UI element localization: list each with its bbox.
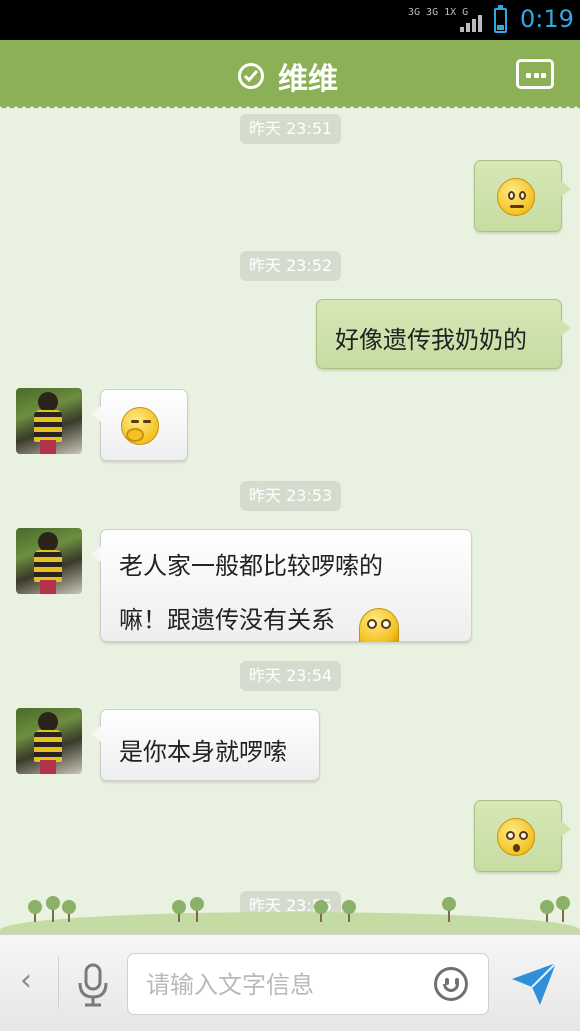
- message-text: 好像遗传我奶奶的: [335, 326, 527, 354]
- more-options-icon[interactable]: [516, 59, 554, 89]
- microphone-icon[interactable]: [76, 963, 110, 1007]
- message-bubble-received[interactable]: [91, 389, 188, 461]
- avatar[interactable]: [16, 528, 82, 594]
- timestamp: 昨天 23:52: [240, 251, 342, 281]
- check-circle-icon: [238, 63, 264, 89]
- message-text: 是你本身就啰嗦: [119, 738, 287, 766]
- message-text-line: 嘛！跟遗传没有关系: [119, 606, 335, 634]
- message-input[interactable]: [146, 968, 416, 1002]
- giggle-face-emoji: [121, 407, 159, 445]
- timestamp: 昨天 23:54: [240, 661, 342, 691]
- message-bubble-received[interactable]: 老人家一般都比较啰嗦的 嘛！跟遗传没有关系: [91, 529, 472, 642]
- message-bubble-sent[interactable]: [474, 800, 571, 872]
- status-bar: 3G 3G 1X G 0:19: [0, 0, 580, 40]
- send-icon[interactable]: [510, 961, 558, 1007]
- wide-eyed-face-emoji: [359, 608, 399, 642]
- divider: [58, 957, 59, 1009]
- message-text-line: 老人家一般都比较啰嗦的: [119, 552, 383, 580]
- avatar[interactable]: [16, 708, 82, 774]
- battery-icon: [494, 5, 507, 33]
- message-bubble-sent[interactable]: [474, 160, 571, 232]
- chevron-left-icon[interactable]: ‹: [20, 963, 32, 998]
- chat-background-scenery: [0, 880, 580, 934]
- signal-icon: [460, 12, 486, 32]
- contact-name: 维维: [278, 62, 338, 97]
- input-bar: ‹: [0, 934, 580, 1031]
- chat-header: 维维: [0, 40, 580, 112]
- timestamp: 昨天 23:53: [240, 481, 342, 511]
- message-input-box: [127, 953, 489, 1015]
- confused-face-emoji: [497, 178, 535, 216]
- message-bubble-sent[interactable]: 好像遗传我奶奶的: [316, 299, 571, 369]
- timestamp: 昨天 23:51: [240, 114, 342, 144]
- avatar[interactable]: [16, 388, 82, 454]
- clock: 0:19: [520, 5, 574, 33]
- smiley-icon[interactable]: [434, 967, 468, 1001]
- message-bubble-received[interactable]: 是你本身就啰嗦: [91, 709, 320, 781]
- puzzled-face-emoji: [497, 818, 535, 856]
